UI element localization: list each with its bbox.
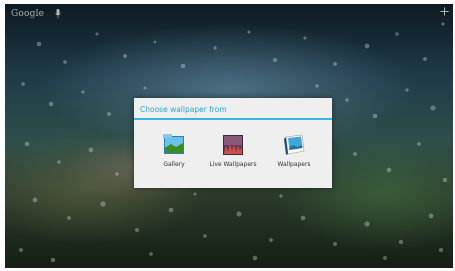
add-icon[interactable] <box>440 7 449 16</box>
google-search-label[interactable]: Google <box>11 9 44 19</box>
gallery-icon <box>163 134 184 154</box>
live-wallpapers-icon <box>223 135 243 155</box>
option-wallpapers-label: Wallpapers <box>277 161 311 168</box>
dialog-title: Choose wallpaper from <box>140 105 227 114</box>
option-live-wallpapers-label: Live Wallpapers <box>209 161 257 168</box>
choose-wallpaper-dialog: Choose wallpaper from Gallery Live Wallp… <box>134 98 332 188</box>
option-gallery[interactable]: Gallery <box>144 134 204 178</box>
option-live-wallpapers[interactable]: Live Wallpapers <box>203 134 263 178</box>
top-bar: Google <box>5 4 453 24</box>
home-screen-background: Google Choose wallpaper from Gallery Liv… <box>5 4 453 268</box>
wallpapers-icon <box>284 134 305 155</box>
option-gallery-label: Gallery <box>163 161 185 168</box>
microphone-icon[interactable] <box>55 9 61 19</box>
dialog-title-divider <box>134 118 332 120</box>
option-wallpapers[interactable]: Wallpapers <box>264 134 324 178</box>
